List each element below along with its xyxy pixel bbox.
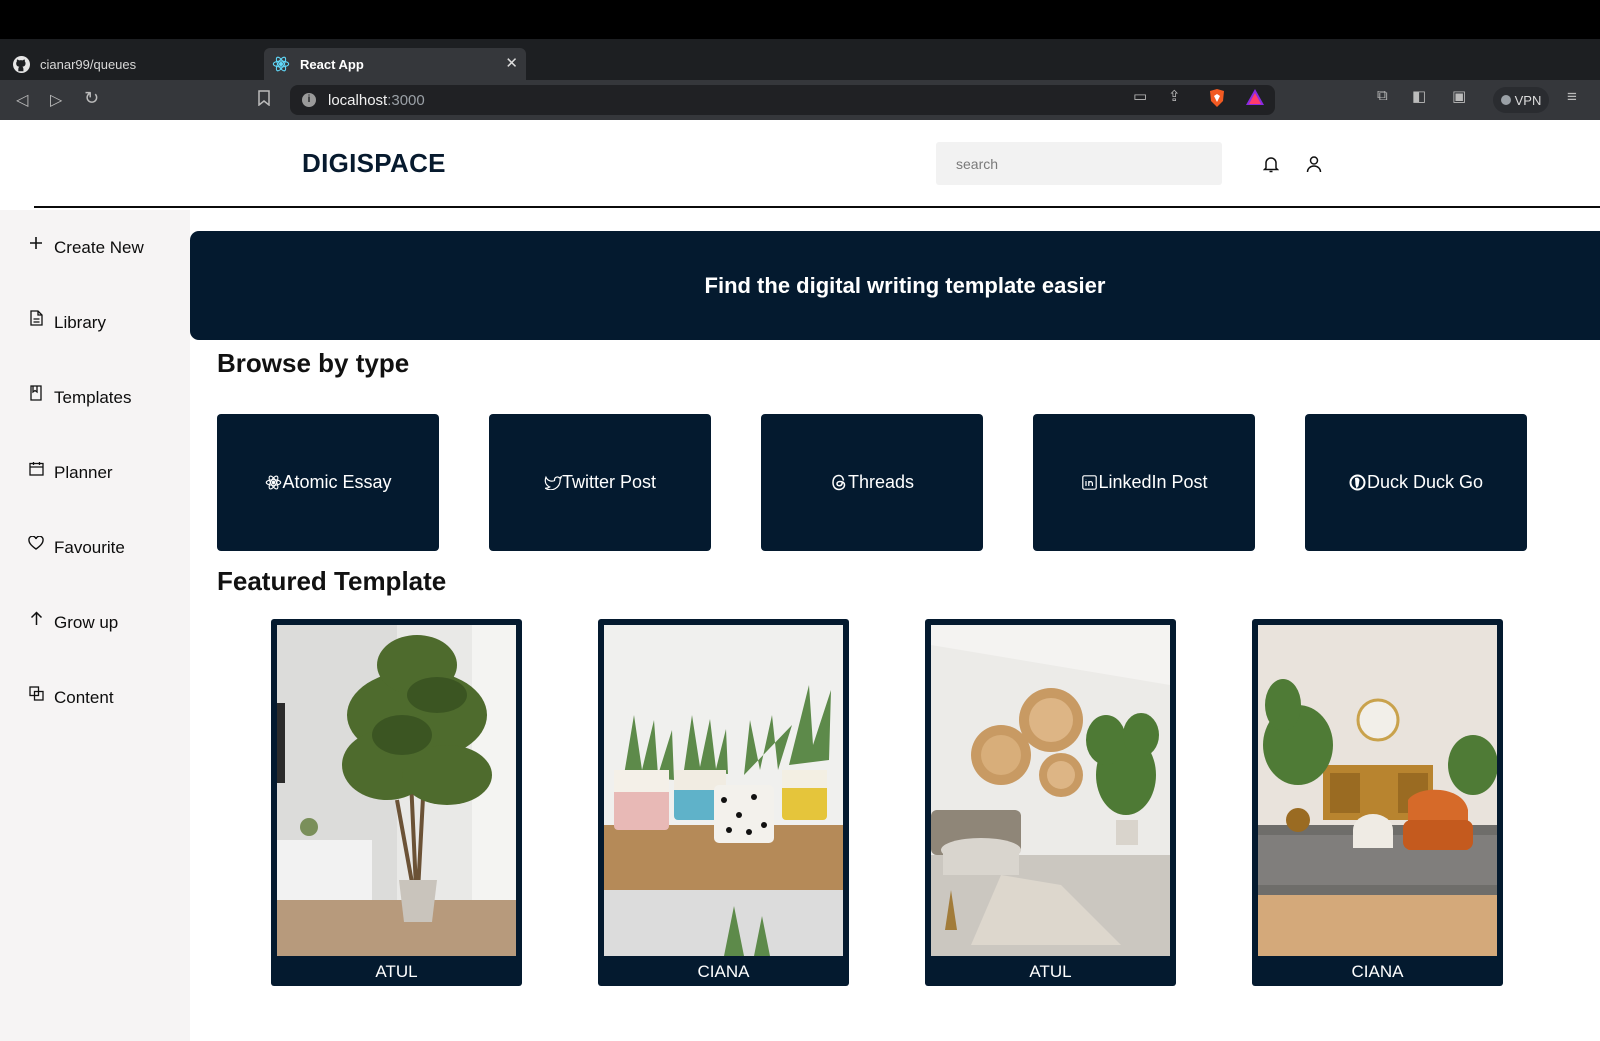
- sidebar-item-create-new[interactable]: Create New: [28, 237, 144, 258]
- browser-tab-strip: cianar99/queues React App ✕ + ⌄: [0, 39, 1600, 110]
- type-card-threads[interactable]: Threads: [761, 414, 983, 551]
- browse-section-title: Browse by type: [217, 348, 410, 378]
- type-card-label: Twitter Post: [561, 472, 657, 492]
- sidebar-item-grow-up[interactable]: Grow up: [28, 610, 119, 633]
- sidebar-item-library[interactable]: Library: [28, 310, 106, 333]
- brand-logo[interactable]: DIGISPACE: [302, 148, 446, 179]
- living-room-wall-baskets-photo: [931, 625, 1170, 956]
- heart-icon: [28, 534, 44, 552]
- palm-plant-photo: [277, 625, 516, 956]
- sidebar-item-content[interactable]: Content: [28, 685, 114, 708]
- type-card-label: LinkedIn Post: [1098, 472, 1208, 492]
- type-card-duck-duck-go[interactable]: Duck Duck Go: [1305, 414, 1527, 551]
- bell-icon[interactable]: [1260, 153, 1282, 175]
- type-card-atomic-essay[interactable]: Atomic Essay: [217, 414, 439, 551]
- type-card-label: Threads: [847, 472, 915, 492]
- sidebar-item-label: Favourite: [54, 538, 125, 557]
- brave-shield-icon[interactable]: [1208, 88, 1226, 112]
- github-icon: [12, 55, 30, 73]
- vpn-label: VPN: [1514, 92, 1542, 108]
- vpn-button[interactable]: VPN: [1493, 87, 1549, 113]
- type-card-label: Atomic Essay: [282, 472, 392, 492]
- bookmark-icon: [28, 384, 44, 402]
- living-room-orange-chair-photo: [1258, 625, 1497, 956]
- site-info-icon[interactable]: i: [302, 93, 316, 107]
- type-card-twitter-post[interactable]: Twitter Post: [489, 414, 711, 551]
- wallet-icon[interactable]: ▣: [1452, 87, 1466, 105]
- featured-card-author: ATUL: [375, 962, 418, 981]
- threads-icon: [830, 474, 848, 492]
- sidebar-toggle-icon[interactable]: ◧: [1412, 87, 1426, 105]
- brave-rewards-icon[interactable]: [1245, 88, 1265, 110]
- share-icon[interactable]: ⇪: [1168, 87, 1181, 105]
- sidebar-item-templates[interactable]: Templates: [28, 385, 132, 408]
- search-input[interactable]: [936, 142, 1222, 185]
- page-content: DIGISPACE Create New Library Templat: [0, 120, 1600, 1041]
- document-icon: [28, 309, 44, 327]
- sidebar-item-label: Create New: [54, 238, 144, 257]
- sidebar-item-label: Content: [54, 688, 114, 707]
- tab-title: React App: [300, 56, 364, 72]
- header-divider: [34, 206, 1600, 208]
- browser-tab-github[interactable]: cianar99/queues: [0, 48, 262, 80]
- sidebar-item-label: Templates: [54, 388, 132, 407]
- featured-section-title: Featured Template: [217, 566, 447, 596]
- hero-text: Find the digital writing template easier: [704, 272, 1106, 298]
- linkedin-icon: [1080, 474, 1098, 492]
- sidebar-item-label: Library: [54, 313, 106, 332]
- address-bar[interactable]: i localhost:3000: [290, 85, 1275, 115]
- os-menu-bar: [0, 0, 1600, 39]
- plus-icon: [28, 234, 44, 252]
- reload-icon[interactable]: ↻: [84, 88, 99, 109]
- atom-icon: [264, 474, 282, 492]
- type-card-label: Duck Duck Go: [1366, 472, 1484, 492]
- featured-card[interactable]: ATUL: [925, 619, 1176, 986]
- featured-card[interactable]: CIANA: [598, 619, 849, 986]
- vpn-status-icon: [1500, 95, 1511, 105]
- browser-toolbar: ◁ ▷ ↻ i localhost:3000 ▭ ⇪ ⧉ ◧ ▣ VPN ≡: [0, 80, 1600, 120]
- featured-card-author: CIANA: [1351, 962, 1404, 981]
- succulent-pots-photo: [604, 625, 843, 956]
- hero-banner: Find the digital writing template easier: [190, 231, 1600, 340]
- sidebar-item-label: Planner: [54, 463, 113, 482]
- user-icon[interactable]: [1303, 153, 1325, 175]
- duckduckgo-icon: [1349, 474, 1367, 492]
- cast-icon[interactable]: ▭: [1133, 87, 1147, 105]
- react-icon: [272, 55, 290, 73]
- featured-card-author: ATUL: [1029, 962, 1072, 981]
- back-icon[interactable]: ◁: [16, 90, 28, 110]
- copy-icon: [28, 684, 44, 702]
- tab-title: cianar99/queues: [40, 56, 137, 72]
- type-card-linkedin-post[interactable]: LinkedIn Post: [1033, 414, 1255, 551]
- app-header: DIGISPACE: [0, 120, 1600, 207]
- close-tab-icon[interactable]: ✕: [505, 54, 518, 72]
- sidebar-item-favourite[interactable]: Favourite: [28, 536, 125, 558]
- arrow-up-icon: [28, 609, 44, 627]
- menu-icon[interactable]: ≡: [1567, 87, 1577, 107]
- sidebar-item-label: Grow up: [54, 613, 119, 632]
- extensions-icon[interactable]: ⧉: [1377, 87, 1388, 104]
- calendar-icon: [28, 459, 44, 477]
- sidebar-item-planner[interactable]: Planner: [28, 461, 113, 483]
- sidebar: Create New Library Templates Planner Fav…: [0, 210, 190, 1041]
- featured-card[interactable]: CIANA: [1252, 619, 1503, 986]
- browser-tab-react-app[interactable]: React App ✕: [264, 48, 526, 80]
- url-port: :3000: [387, 91, 425, 109]
- featured-card-author: CIANA: [697, 962, 750, 981]
- bookmark-icon[interactable]: [258, 90, 270, 111]
- featured-card[interactable]: ATUL: [271, 619, 522, 986]
- url-host: localhost: [328, 91, 388, 109]
- twitter-icon: [544, 474, 562, 492]
- forward-icon[interactable]: ▷: [50, 90, 62, 110]
